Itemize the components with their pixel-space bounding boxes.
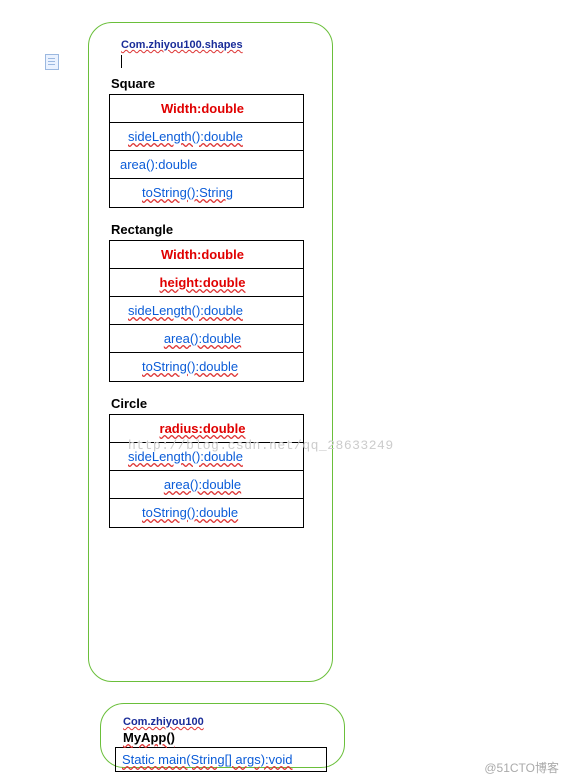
class-block: Circle radius:doublesideLength():doublear…	[109, 396, 312, 528]
attribute-row: Width:double	[110, 241, 303, 269]
package-app: Com.zhiyou100 MyApp() Static main(String…	[100, 703, 345, 768]
method-row: area():double	[110, 151, 303, 179]
class-table: Static main(String[] args):void	[115, 747, 327, 772]
attribute-row: radius:double	[110, 415, 303, 443]
footer-credit: @51CTO博客	[484, 759, 559, 776]
method-row: toString():double	[110, 353, 303, 381]
document-icon	[45, 54, 59, 70]
class-name: Circle	[111, 396, 312, 411]
method-row: Static main(String[] args):void	[116, 748, 326, 771]
text-cursor	[121, 55, 122, 68]
class-block: Rectangle Width:doubleheight:doublesideLe…	[109, 222, 312, 382]
attribute-row: Width:double	[110, 95, 303, 123]
class-table: Width:doublesideLength():doublearea():do…	[109, 94, 304, 208]
class-name: Square	[111, 76, 312, 91]
class-table: radius:doublesideLength():doublearea():d…	[109, 414, 304, 528]
method-row: sideLength():double	[110, 123, 303, 151]
method-row: toString():String	[110, 179, 303, 207]
method-row: area():double	[110, 471, 303, 499]
method-row: toString():double	[110, 499, 303, 527]
method-row: sideLength():double	[110, 443, 303, 471]
class-table: Width:doubleheight:doublesideLength():do…	[109, 240, 304, 382]
attribute-row: height:double	[110, 269, 303, 297]
class-name: Rectangle	[111, 222, 312, 237]
package-shapes: Com.zhiyou100.shapes SquareWidth:doubles…	[88, 22, 333, 682]
method-row: sideLength():double	[110, 297, 303, 325]
method-row: area():double	[110, 325, 303, 353]
package-title: Com.zhiyou100	[123, 716, 330, 728]
class-block: Square Width:doublesideLength():doubleare…	[109, 76, 312, 208]
class-name: MyApp()	[123, 730, 330, 745]
class-list: SquareWidth:doublesideLength():doubleare…	[101, 76, 320, 528]
package-title: Com.zhiyou100.shapes	[121, 39, 320, 51]
